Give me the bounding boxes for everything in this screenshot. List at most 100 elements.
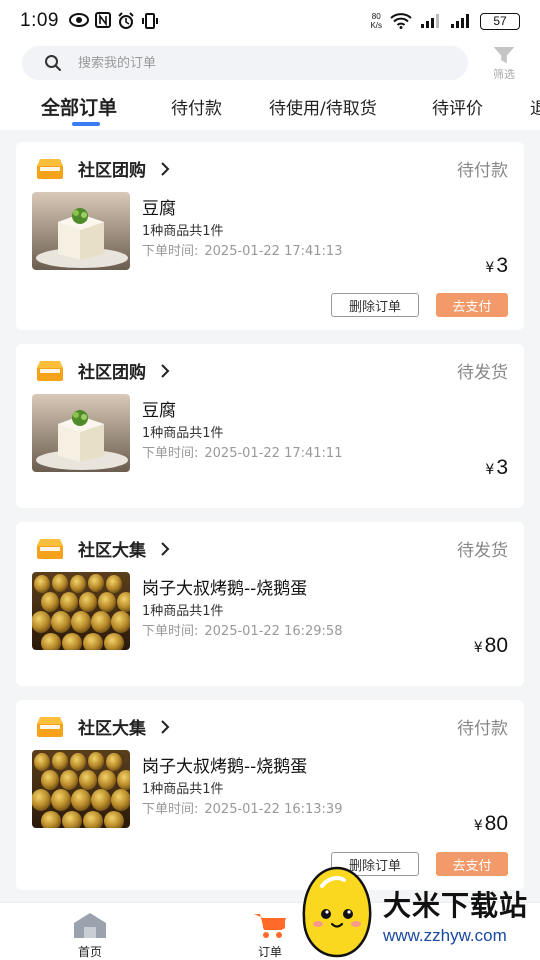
order-price: ¥80: [474, 812, 508, 836]
net-speed: 80 K/s: [370, 12, 382, 30]
order-time-value: 2025-01-22 16:29:58: [204, 624, 343, 639]
order-time-label: 下单时间:: [142, 244, 199, 259]
wifi-icon: [390, 13, 412, 29]
tab-pending-payment[interactable]: 待付款: [171, 94, 222, 119]
order-time: 下单时间: 2025-01-22 16:13:39: [142, 798, 342, 817]
product-name: 豆腐: [142, 401, 176, 421]
tab-pending-review[interactable]: 待评价: [432, 94, 483, 119]
order-card[interactable]: 社区团购 待付款 豆腐 1种商品共1件 下单时间: 2025-01-22 17:4…: [16, 142, 524, 330]
mascot-icon: [302, 866, 372, 958]
product-name: 岗子大叔烤鹅--烧鹅蛋: [142, 757, 308, 777]
order-time-value: 2025-01-22 16:13:39: [204, 802, 343, 817]
price-value: 3: [496, 456, 508, 479]
product-name: 岗子大叔烤鹅--烧鹅蛋: [142, 579, 308, 599]
chevron-right-icon: [161, 719, 170, 734]
goose-eggs-image: [32, 572, 130, 650]
order-time: 下单时间: 2025-01-22 17:41:13: [142, 240, 342, 259]
search-icon: [45, 55, 61, 71]
order-status: 待发货: [457, 363, 508, 383]
tab-indicator: [72, 122, 100, 126]
battery-level: 57: [493, 14, 507, 28]
order-time: 下单时间: 2025-01-22 16:29:58: [142, 620, 342, 639]
product-count: 1种商品共1件: [142, 782, 224, 797]
nav-home-label: 首页: [77, 945, 102, 959]
order-tabs: 全部订单 待付款 待使用/待取货 待评价 退: [0, 84, 540, 130]
watermark-title: 大米下载站: [383, 889, 529, 922]
shop-name: 社区团购: [78, 161, 146, 181]
price-value: 80: [484, 812, 508, 835]
shop-name: 社区团购: [78, 363, 146, 383]
cart-icon: [254, 914, 286, 938]
status-right: 80 K/s 57: [370, 12, 520, 30]
filter-button[interactable]: 筛选: [486, 46, 522, 82]
tofu-image: [32, 394, 130, 472]
order-status: 待发货: [457, 541, 508, 561]
shop-header[interactable]: 社区大集: [36, 536, 170, 561]
status-bar: 1:09 80 K/s 57: [0, 0, 540, 42]
watermark: 大米下载站 www.zzhyw.com: [298, 862, 540, 960]
search-row: 筛选: [0, 42, 540, 84]
currency-symbol: ¥: [485, 260, 495, 276]
order-status: 待付款: [457, 719, 508, 739]
shop-icon: [37, 538, 63, 559]
shop-header[interactable]: 社区团购: [36, 156, 170, 181]
search-box[interactable]: [22, 46, 468, 80]
product-count: 1种商品共1件: [142, 426, 224, 441]
shop-name: 社区大集: [78, 541, 146, 561]
watermark-url: www.zzhyw.com: [383, 926, 507, 945]
funnel-icon: [493, 46, 515, 64]
order-time-value: 2025-01-22 17:41:11: [204, 446, 343, 461]
product-image[interactable]: [32, 192, 130, 270]
nfc-icon: [94, 12, 111, 28]
nav-orders-label: 订单: [257, 945, 282, 959]
product-image[interactable]: [32, 572, 130, 650]
status-icons: [68, 12, 159, 30]
tofu-image: [32, 192, 130, 270]
order-time-label: 下单时间:: [142, 624, 199, 639]
vibrate-icon: [141, 13, 158, 29]
shop-icon: [37, 716, 63, 737]
goose-eggs-image: [32, 750, 130, 828]
pay-button[interactable]: 去支付: [436, 293, 508, 317]
nav-orders[interactable]: 订单: [235, 911, 305, 960]
net-speed-value: 80: [371, 12, 381, 21]
order-time-label: 下单时间:: [142, 446, 199, 461]
product-count: 1种商品共1件: [142, 224, 224, 239]
tab-refund[interactable]: 退: [530, 94, 540, 119]
price-value: 80: [484, 634, 508, 657]
nav-home[interactable]: 首页: [55, 911, 125, 960]
order-card[interactable]: 社区大集 待发货 岗子大叔烤鹅--烧鹅蛋 1种商品共1件 下单时间: 2025-0…: [16, 522, 524, 686]
order-time-value: 2025-01-22 17:41:13: [204, 244, 343, 259]
currency-symbol: ¥: [473, 640, 483, 656]
chevron-right-icon: [161, 161, 170, 176]
order-status: 待付款: [457, 161, 508, 181]
product-image[interactable]: [32, 750, 130, 828]
chevron-right-icon: [161, 541, 170, 556]
chevron-right-icon: [161, 363, 170, 378]
price-value: 3: [496, 254, 508, 277]
net-speed-unit: K/s: [370, 21, 382, 30]
shop-header[interactable]: 社区团购: [36, 358, 170, 383]
shop-icon: [37, 360, 63, 381]
shop-name: 社区大集: [78, 719, 146, 739]
home-icon: [74, 913, 106, 938]
tab-all-orders[interactable]: 全部订单: [41, 93, 117, 120]
signal-icon: [421, 14, 439, 28]
product-name: 豆腐: [142, 199, 176, 219]
currency-symbol: ¥: [485, 462, 495, 478]
search-input[interactable]: [78, 55, 378, 71]
shop-header[interactable]: 社区大集: [36, 714, 170, 739]
order-price: ¥3: [485, 456, 508, 480]
delete-order-button[interactable]: 删除订单: [331, 293, 419, 317]
tab-pending-use[interactable]: 待使用/待取货: [269, 94, 377, 119]
product-image[interactable]: [32, 394, 130, 472]
shop-icon: [37, 158, 63, 179]
battery-icon: 57: [480, 12, 520, 30]
order-card[interactable]: 社区团购 待发货 豆腐 1种商品共1件 下单时间: 2025-01-22 17:4…: [16, 344, 524, 508]
status-time: 1:09: [20, 10, 59, 31]
order-price: ¥80: [474, 634, 508, 658]
order-time: 下单时间: 2025-01-22 17:41:11: [142, 442, 342, 461]
order-price: ¥3: [485, 254, 508, 278]
filter-label: 筛选: [493, 68, 515, 81]
signal-icon-2: [451, 14, 469, 28]
